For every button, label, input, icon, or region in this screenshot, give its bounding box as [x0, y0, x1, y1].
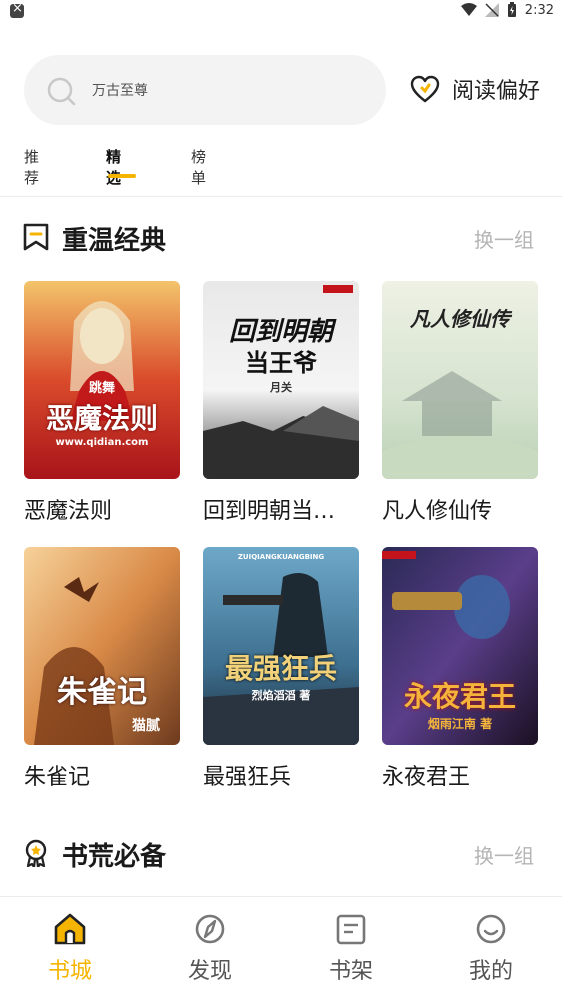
cover-subtitle: ZUIQIANGKUANGBING: [237, 553, 325, 561]
compass-icon: [195, 914, 225, 944]
nav-bookshelf[interactable]: 书架: [311, 911, 391, 985]
book-cover[interactable]: 朱雀记 猫腻: [24, 547, 180, 745]
status-time: 2:32: [524, 2, 554, 18]
smiley-icon: [476, 914, 506, 944]
shuffle-button[interactable]: 换一组: [474, 224, 534, 253]
award-icon: [25, 839, 47, 867]
book-cover[interactable]: 回到明朝 当王爷 月关: [203, 281, 359, 479]
cover-author: 烟雨江南 著: [427, 717, 493, 731]
reading-preference-button[interactable]: 阅读偏好: [410, 73, 540, 105]
tab-recommend[interactable]: 推荐: [24, 146, 39, 188]
no-signal-icon: [484, 3, 499, 17]
search-icon: [47, 77, 76, 106]
nav-discover[interactable]: 发现: [170, 911, 250, 985]
bottom-navigation: 书城 发现 书架 我的: [0, 896, 562, 1000]
book-title[interactable]: 朱雀记: [24, 759, 180, 791]
tab-rankings[interactable]: 榜单: [191, 146, 206, 188]
section-title: 书荒必备: [62, 842, 167, 872]
book-title[interactable]: 恶魔法则: [24, 493, 180, 525]
search-input[interactable]: 万古至尊: [24, 55, 386, 125]
cover-subtitle: 当王爷: [245, 349, 317, 377]
book-card[interactable]: 朱雀记 猫腻 朱雀记: [24, 547, 180, 791]
cover-title: 朱雀记: [57, 675, 147, 710]
nav-bookstore[interactable]: 书城: [30, 911, 110, 985]
book-cover[interactable]: ZUIQIANGKUANGBING 最强狂兵 烈焰滔滔 著: [203, 547, 359, 745]
section-header-must-read: 书荒必备 换一组: [22, 836, 540, 872]
book-title[interactable]: 凡人修仙传: [382, 493, 538, 525]
book-cover[interactable]: 凡人修仙传: [382, 281, 538, 479]
notification-icon: [10, 1, 24, 18]
nav-label: 书架: [328, 959, 373, 984]
book-card[interactable]: 永夜君王 烟雨江南 著 永夜君王: [382, 547, 538, 791]
bookshelf-icon: [336, 914, 366, 945]
search-placeholder: 万古至尊: [92, 83, 148, 99]
section-header-classics: 重温经典 换一组: [22, 220, 540, 256]
cover-url: www.qidian.com: [55, 437, 149, 448]
tab-indicator: [108, 174, 136, 178]
shuffle-button[interactable]: 换一组: [474, 840, 534, 869]
status-bar: 2:32: [0, 0, 562, 24]
home-icon: [54, 913, 86, 945]
cover-title: 凡人修仙传: [410, 307, 510, 331]
cover-title: 永夜君王: [403, 680, 516, 713]
nav-label: 发现: [187, 959, 232, 984]
wifi-icon: [460, 3, 477, 16]
cover-subtitle: 跳舞: [88, 381, 115, 396]
cover-author: 月关: [270, 381, 292, 394]
bookmark-icon: [23, 223, 49, 251]
nav-label: 我的: [468, 959, 513, 984]
status-icons: 2:32: [460, 2, 554, 18]
section-title: 重温经典: [62, 226, 167, 256]
book-cover[interactable]: 永夜君王 烟雨江南 著: [382, 547, 538, 745]
search-row: 万古至尊 阅读偏好: [24, 55, 544, 125]
heart-icon: [410, 75, 440, 103]
nav-label: 书城: [47, 959, 92, 984]
book-title[interactable]: 永夜君王: [382, 759, 538, 791]
book-title[interactable]: 回到明朝当…: [203, 493, 359, 525]
book-card[interactable]: 跳舞 恶魔法则 www.qidian.com 恶魔法则: [24, 281, 180, 525]
cover-author: 烈焰滔滔 著: [251, 689, 311, 702]
book-title[interactable]: 最强狂兵: [203, 759, 359, 791]
book-card[interactable]: 回到明朝 当王爷 月关 回到明朝当…: [203, 281, 359, 525]
divider: [0, 196, 562, 197]
nav-profile[interactable]: 我的: [451, 911, 531, 985]
book-card[interactable]: 凡人修仙传 凡人修仙传: [382, 281, 538, 525]
cover-title: 恶魔法则: [45, 402, 158, 435]
book-card[interactable]: ZUIQIANGKUANGBING 最强狂兵 烈焰滔滔 著 最强狂兵: [203, 547, 359, 791]
cover-author: 猫腻: [132, 718, 160, 734]
battery-icon: [507, 2, 516, 17]
tab-featured[interactable]: 精选: [106, 146, 121, 188]
book-cover[interactable]: 跳舞 恶魔法则 www.qidian.com: [24, 281, 180, 479]
cover-title: 最强狂兵: [224, 652, 337, 685]
reading-preference-label: 阅读偏好: [452, 79, 541, 104]
